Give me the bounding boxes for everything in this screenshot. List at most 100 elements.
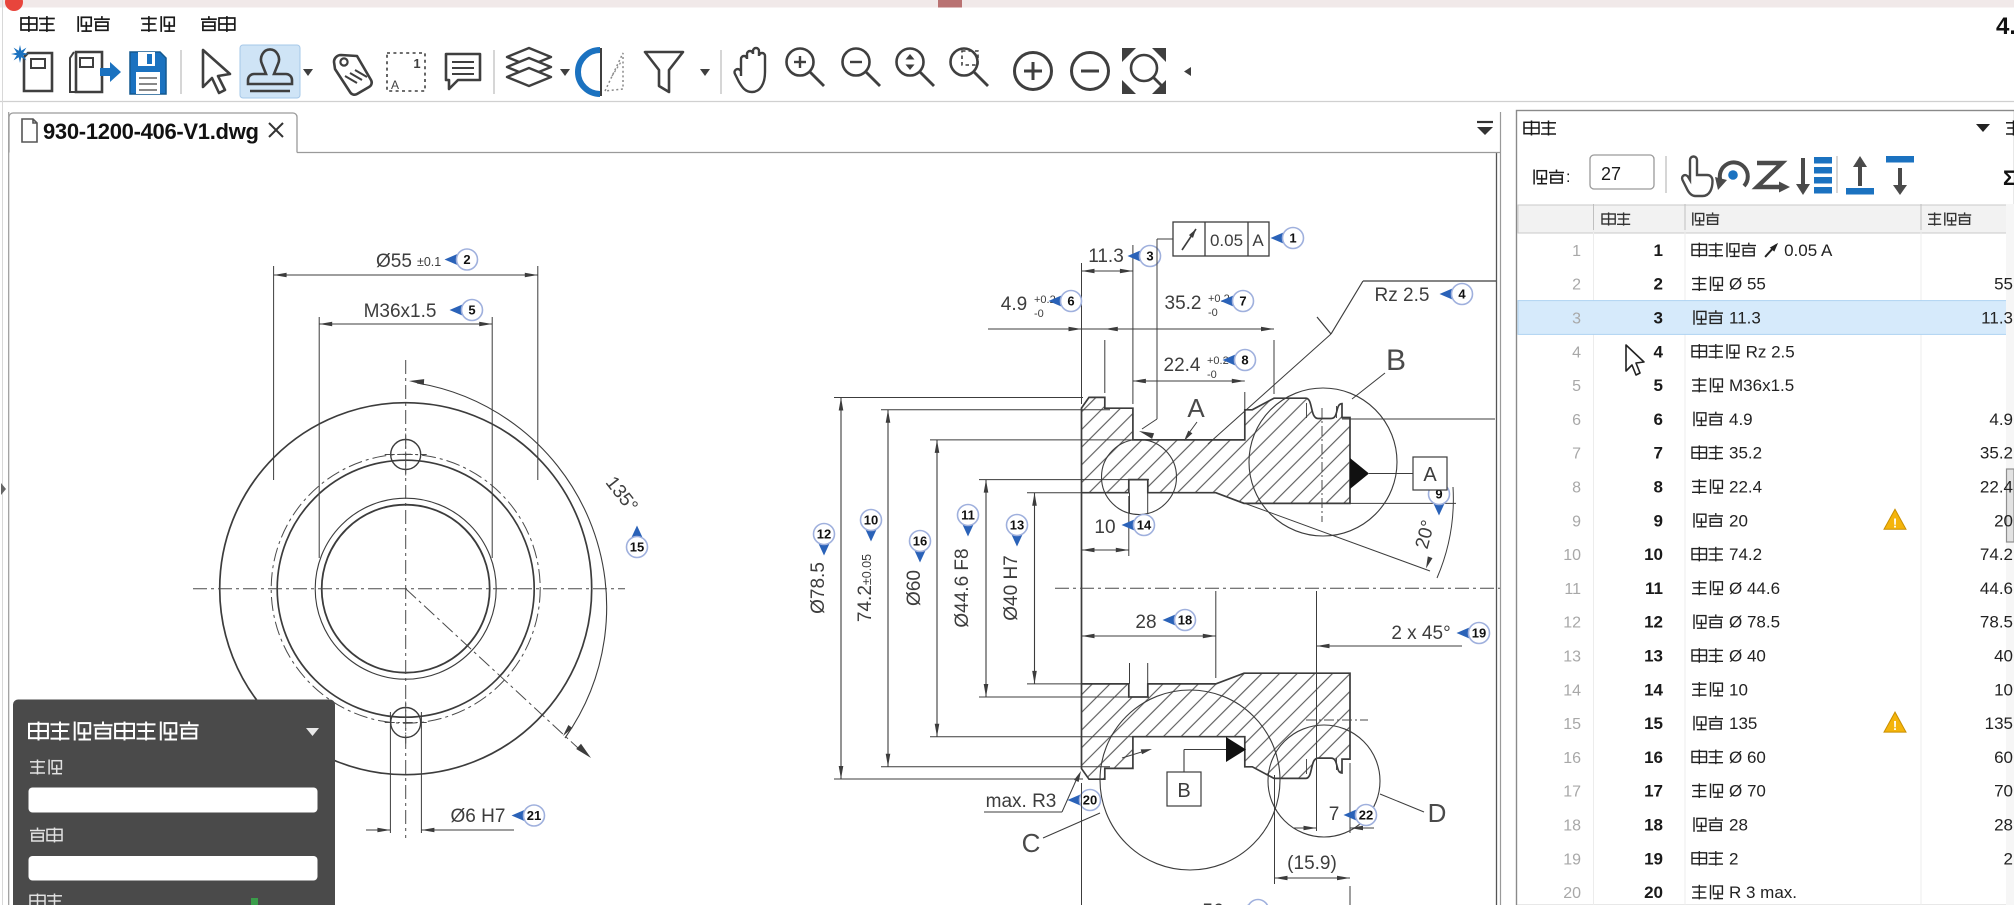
svg-text:14: 14 xyxy=(1137,518,1152,533)
svg-text:13: 13 xyxy=(1563,649,1581,666)
svg-text:4.9: 4.9 xyxy=(1989,410,2013,429)
svg-text:Rz 2.5: Rz 2.5 xyxy=(1375,285,1430,306)
svg-text:Ø 40: Ø 40 xyxy=(1729,647,1766,666)
svg-text:Ø 60: Ø 60 xyxy=(1729,748,1766,767)
svg-text:!: ! xyxy=(1893,515,1897,530)
svg-text:40: 40 xyxy=(1994,647,2013,666)
svg-text:16: 16 xyxy=(1644,748,1663,767)
svg-text:10: 10 xyxy=(864,513,878,528)
svg-text:B: B xyxy=(1177,780,1190,802)
svg-text:35.2: 35.2 xyxy=(1165,293,1202,314)
svg-text:C: C xyxy=(1022,828,1041,858)
svg-text:12: 12 xyxy=(817,527,831,542)
svg-text:Ø40 H7: Ø40 H7 xyxy=(1001,555,1022,620)
svg-text:10: 10 xyxy=(1729,680,1748,699)
svg-text:22.4: 22.4 xyxy=(1164,355,1201,376)
svg-text:20°: 20° xyxy=(1412,518,1440,551)
svg-text::: : xyxy=(1566,169,1570,186)
svg-text:16: 16 xyxy=(1563,750,1581,767)
svg-text:10: 10 xyxy=(1094,517,1115,538)
svg-text:28: 28 xyxy=(1994,816,2013,835)
svg-text:21: 21 xyxy=(527,808,541,823)
svg-text:18: 18 xyxy=(1178,613,1192,628)
svg-text:28: 28 xyxy=(1135,612,1156,633)
svg-text:Ø 78.5: Ø 78.5 xyxy=(1729,613,1780,632)
svg-text:35.2: 35.2 xyxy=(1729,444,1762,463)
svg-text:4.9: 4.9 xyxy=(1729,410,1753,429)
svg-text:11.3: 11.3 xyxy=(1729,309,1761,328)
svg-text:M36x1.5: M36x1.5 xyxy=(1729,376,1794,395)
svg-text:20: 20 xyxy=(1083,793,1097,808)
svg-text:11: 11 xyxy=(1645,579,1663,598)
svg-text:5: 5 xyxy=(1572,378,1581,395)
svg-text:2 x 45°: 2 x 45° xyxy=(1391,623,1450,644)
svg-text:1: 1 xyxy=(1654,241,1663,260)
svg-text:3: 3 xyxy=(1654,309,1663,328)
svg-text:11: 11 xyxy=(1564,581,1581,598)
svg-text:A: A xyxy=(1187,393,1205,423)
svg-text:28: 28 xyxy=(1729,816,1748,835)
svg-text:74.2: 74.2 xyxy=(1980,545,2013,564)
svg-text:Ø60: Ø60 xyxy=(904,570,925,606)
svg-text:Ø44.6 F8: Ø44.6 F8 xyxy=(952,548,973,627)
svg-text:4.9: 4.9 xyxy=(1001,294,1027,315)
svg-text:Ø6 H7: Ø6 H7 xyxy=(451,806,506,827)
svg-text:15: 15 xyxy=(630,540,644,555)
svg-text:-0: -0 xyxy=(1207,369,1217,381)
svg-text:2: 2 xyxy=(2004,849,2013,868)
svg-text:10: 10 xyxy=(1563,547,1581,564)
svg-text:135: 135 xyxy=(1729,714,1757,733)
svg-text:B: B xyxy=(1386,344,1406,377)
svg-text:135°: 135° xyxy=(601,473,642,517)
svg-text:70: 70 xyxy=(1994,782,2013,801)
svg-text:7: 7 xyxy=(1572,446,1581,463)
svg-text:-0: -0 xyxy=(1208,307,1218,319)
svg-text:6: 6 xyxy=(1654,410,1663,429)
svg-text:Ø 70: Ø 70 xyxy=(1729,782,1766,801)
svg-text:20: 20 xyxy=(1994,511,2013,530)
svg-text:13: 13 xyxy=(1644,647,1663,666)
svg-text:0.05: 0.05 xyxy=(1210,231,1243,250)
svg-text:19: 19 xyxy=(1563,851,1581,868)
svg-text:22.4: 22.4 xyxy=(1729,478,1762,497)
svg-text:15: 15 xyxy=(1563,716,1581,733)
svg-text:8: 8 xyxy=(1654,478,1663,497)
svg-text:Σ: Σ xyxy=(2003,167,2014,190)
svg-text:9: 9 xyxy=(1572,513,1581,530)
svg-text:20: 20 xyxy=(1563,885,1581,902)
svg-text:17: 17 xyxy=(1563,784,1581,801)
svg-text:A: A xyxy=(391,78,399,92)
svg-text:Ø 55: Ø 55 xyxy=(1729,275,1766,294)
svg-text:20: 20 xyxy=(1644,883,1663,902)
svg-text:1: 1 xyxy=(1289,231,1296,246)
svg-text:11.3: 11.3 xyxy=(1088,246,1124,267)
svg-text:5: 5 xyxy=(1654,376,1663,395)
svg-text:Ø 44.6: Ø 44.6 xyxy=(1729,579,1780,598)
svg-text:19: 19 xyxy=(1472,626,1486,641)
svg-text:max. R3: max. R3 xyxy=(986,791,1057,812)
svg-text:(15.9): (15.9) xyxy=(1287,853,1337,874)
svg-text:4.: 4. xyxy=(1996,13,2014,40)
svg-text:12: 12 xyxy=(1563,615,1581,632)
svg-text:3: 3 xyxy=(1146,249,1153,264)
svg-text:±0.1: ±0.1 xyxy=(417,255,441,269)
svg-text:20: 20 xyxy=(1729,511,1748,530)
svg-text:35.2: 35.2 xyxy=(1980,444,2013,463)
svg-text:18: 18 xyxy=(1563,818,1581,835)
svg-text:5: 5 xyxy=(468,303,475,318)
svg-text:19: 19 xyxy=(1644,849,1663,868)
svg-text:55: 55 xyxy=(1994,275,2013,294)
svg-text:135: 135 xyxy=(1985,714,2013,733)
svg-text:9: 9 xyxy=(1654,511,1663,530)
svg-text:22: 22 xyxy=(1359,808,1373,823)
svg-text:7: 7 xyxy=(1654,444,1663,463)
svg-text:14: 14 xyxy=(1563,682,1581,699)
svg-text:3: 3 xyxy=(1572,311,1581,328)
svg-text:11.3: 11.3 xyxy=(1981,309,2013,328)
svg-text:-0: -0 xyxy=(1034,308,1044,320)
svg-text:2: 2 xyxy=(1654,275,1663,294)
svg-text:16: 16 xyxy=(913,534,927,549)
svg-text:0.05 A: 0.05 A xyxy=(1784,241,1833,260)
svg-text:A: A xyxy=(1423,464,1437,486)
svg-text:4: 4 xyxy=(1654,342,1664,361)
